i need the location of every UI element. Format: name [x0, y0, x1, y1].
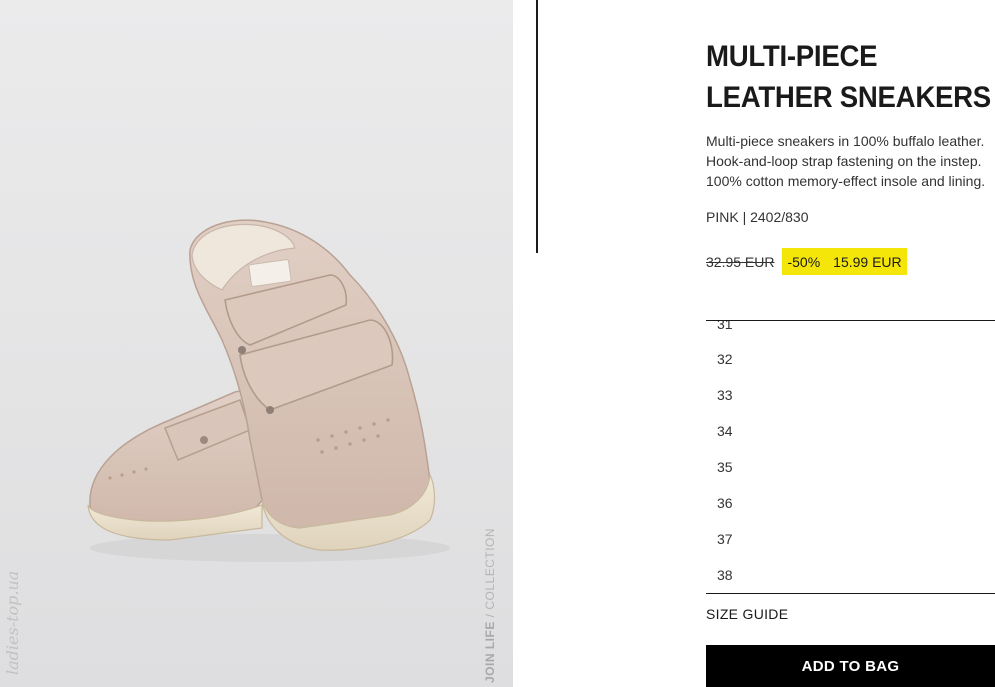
size-guide-link[interactable]: SIZE GUIDE [706, 606, 788, 622]
add-to-bag-button[interactable]: ADD TO BAG [706, 645, 995, 687]
size-option-32[interactable]: 32 [717, 349, 733, 369]
color-reference: PINK | 2402/830 [706, 209, 809, 225]
collection-tag-rest: / COLLECTION [483, 527, 497, 622]
product-image[interactable]: ladies-top.ua JOIN LIFE / COLLECTION [0, 0, 513, 687]
product-description: Multi-piece sneakers in 100% buffalo lea… [706, 131, 995, 191]
size-option-36[interactable]: 36 [717, 493, 733, 513]
old-price: 32.95 EUR [706, 253, 775, 270]
price-row: 32.95 EUR -50% 15.99 EUR [706, 248, 907, 275]
collection-tag-bold: JOIN LIFE [483, 621, 497, 683]
size-option-33[interactable]: 33 [717, 385, 733, 405]
sale-price-badge: -50% 15.99 EUR [782, 248, 907, 275]
sneakers-photo [87, 219, 450, 562]
description-line: 100% cotton memory-effect insole and lin… [706, 173, 986, 189]
description-line: Multi-piece sneakers in 100% buffalo lea… [706, 133, 985, 149]
product-title-line2: LEATHER SNEAKERS [706, 81, 991, 114]
watermark-text: ladies-top.ua [3, 570, 22, 675]
product-title-line1: MULTI-PIECE [706, 40, 878, 73]
image-scroll-thumb[interactable] [536, 0, 538, 253]
description-line: Hook-and-loop strap fastening on the ins… [706, 153, 982, 169]
size-option-34[interactable]: 34 [717, 421, 733, 441]
size-option-37[interactable]: 37 [717, 529, 733, 549]
sale-price: 15.99 EUR [833, 253, 902, 270]
size-option-31[interactable]: 31 [717, 321, 733, 334]
size-option-35[interactable]: 35 [717, 457, 733, 477]
size-selector[interactable]: 31 32 33 34 35 36 37 38 [706, 320, 995, 594]
size-option-38[interactable]: 38 [717, 565, 733, 585]
product-title: MULTI-PIECE LEATHER SNEAKERS [706, 36, 991, 118]
discount-percent: -50% [787, 253, 821, 270]
product-info: MULTI-PIECE LEATHER SNEAKERS Multi-piece… [706, 0, 995, 687]
